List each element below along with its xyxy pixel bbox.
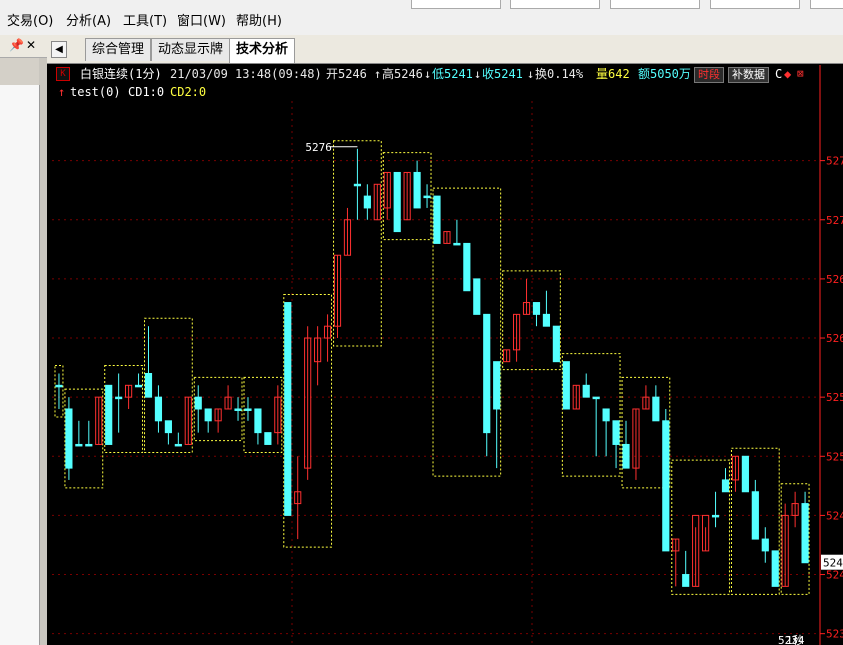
range-box [243,376,283,453]
candle[interactable] [174,443,182,447]
candle[interactable] [363,195,371,209]
toolbar-slot [810,0,843,9]
candle[interactable] [473,278,481,315]
candle[interactable] [204,408,212,422]
candle[interactable] [542,313,551,327]
y-tick-label: 5250 [826,450,843,463]
tab-scroll-left-icon[interactable]: ◀ [51,41,67,58]
candle[interactable] [105,384,113,445]
toolbar-slot [510,0,600,9]
chart-area[interactable]: K 白银连续(1分) 21/03/09 13:48(09:48) 开5246 ↑… [52,65,843,645]
toolbar-slot [610,0,700,9]
tab-technical-analysis[interactable]: 技术分析 [229,38,296,63]
candle[interactable] [164,420,172,434]
y-tick-label: 5270 [826,214,843,227]
candle[interactable] [65,408,73,469]
candle[interactable] [493,361,501,410]
high-annotation-label: 5276 [305,141,332,154]
close-icon[interactable]: ✕ [26,38,36,52]
range-box [432,187,502,477]
y-tick-label: 5260 [826,332,843,345]
candle[interactable] [75,443,83,447]
candle[interactable] [761,538,769,552]
candle[interactable] [254,408,262,434]
left-panel-splitter[interactable] [39,58,47,645]
candle[interactable] [423,195,431,199]
candle[interactable] [652,396,660,422]
left-panel-header: 📌 ✕ [0,35,47,58]
candle[interactable] [244,408,252,411]
y-tick-label: 5265 [826,273,843,286]
menu-bar: 交易(O) 分析(A) 工具(T) 窗口(W) 帮助(H) [0,0,843,36]
candle[interactable] [612,420,620,445]
menu-help[interactable]: 帮助(H) [236,10,282,29]
candle[interactable] [453,242,461,246]
tab-dynamic-board[interactable]: 动态显示牌 [151,38,231,61]
bottom-time-label: 1秒 [786,633,804,645]
candle[interactable] [771,550,779,587]
menu-trade[interactable]: 交易(O) [7,10,53,29]
pin-icon[interactable]: 📌 [9,38,24,52]
menu-analysis[interactable]: 分析(A) [66,10,111,29]
candle[interactable] [532,302,541,315]
candle[interactable] [682,574,690,587]
candle[interactable] [622,443,630,469]
y-tick-label: 5240 [826,569,843,582]
candle[interactable] [353,183,361,187]
candle[interactable] [134,384,143,388]
candle[interactable] [582,384,590,398]
candle[interactable] [115,396,123,400]
current-price-label: 524 [823,557,843,570]
candle[interactable] [55,384,63,388]
candle[interactable] [463,242,471,292]
left-panel-content [0,85,40,645]
left-panel: 📌 ✕ [0,35,47,645]
tab-overview[interactable]: 综合管理 [85,38,152,61]
tab-bar: ◀ 综合管理 动态显示牌 技术分析 [47,35,843,64]
candle[interactable] [144,373,153,398]
candle[interactable] [592,396,600,400]
candle[interactable] [433,195,441,244]
candle[interactable] [741,455,749,493]
candle[interactable] [393,171,401,233]
candle[interactable] [234,408,242,411]
range-box [561,353,621,477]
candle[interactable] [264,432,272,445]
menu-window[interactable]: 窗口(W) [177,10,226,29]
menu-tools[interactable]: 工具(T) [123,10,167,29]
candle[interactable] [801,503,809,564]
toolbar-slot [411,0,501,9]
candle[interactable] [194,396,202,410]
y-tick-label: 5245 [826,509,843,522]
candle[interactable] [413,171,421,209]
y-tick-label: 5235 [826,628,843,641]
candle[interactable] [154,396,163,422]
candle[interactable] [85,443,93,447]
candle[interactable] [711,514,720,518]
candle[interactable] [751,491,759,540]
candle[interactable] [284,302,292,516]
candlestick-chart[interactable]: 5275 5270 5265 5260 5255 5250 5245 5240 5235 5276… [52,65,843,645]
y-tick-label: 5255 [826,391,843,404]
candle[interactable] [602,408,610,422]
candle[interactable] [662,420,670,552]
candle[interactable] [552,325,560,363]
candle[interactable] [483,313,491,434]
toolbar-slot [710,0,800,9]
candle[interactable] [721,479,730,493]
y-tick-label: 5275 [826,155,843,168]
candle[interactable] [562,361,570,410]
